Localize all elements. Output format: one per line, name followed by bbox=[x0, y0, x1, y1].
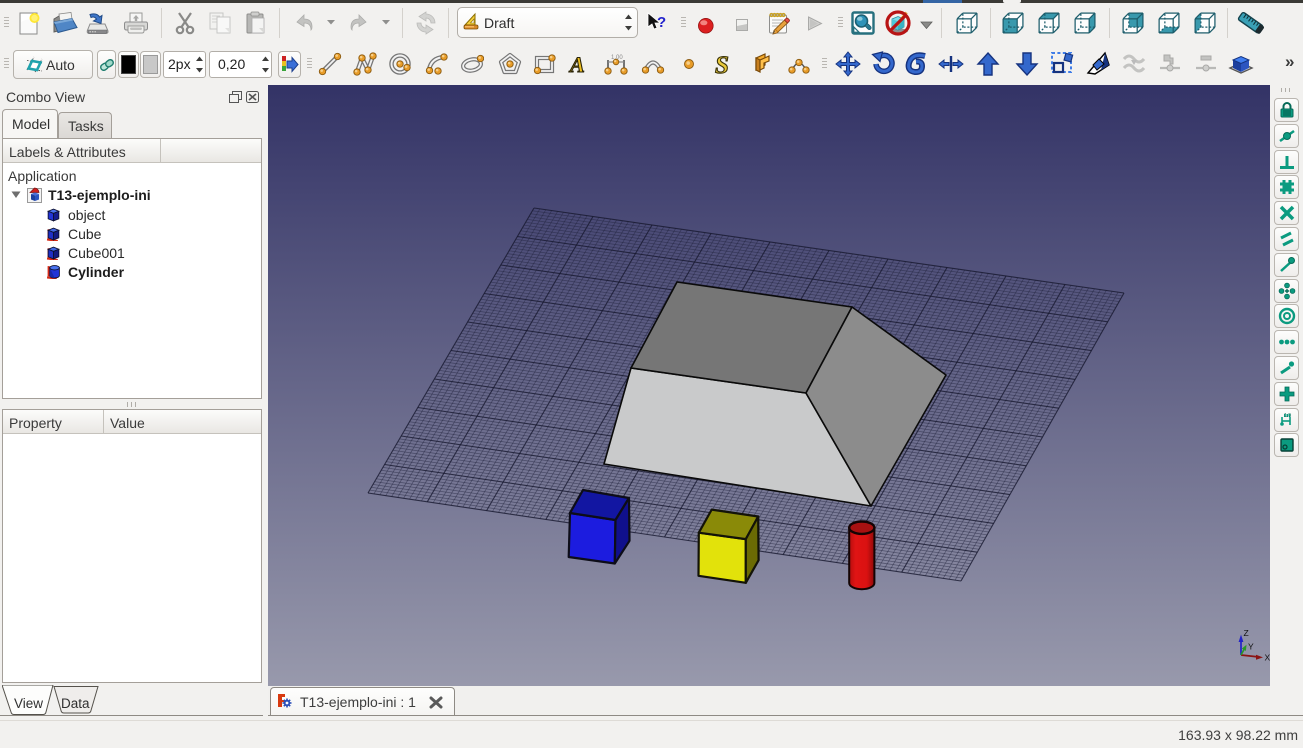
svg-text:A: A bbox=[568, 52, 585, 76]
svg-text:S: S bbox=[715, 52, 729, 76]
svg-text:?: ? bbox=[657, 14, 666, 31]
svg-text:Y: Y bbox=[1248, 642, 1254, 652]
svg-text:Z: Z bbox=[1244, 628, 1249, 638]
svg-text:1.0: 1.0 bbox=[1284, 413, 1291, 419]
